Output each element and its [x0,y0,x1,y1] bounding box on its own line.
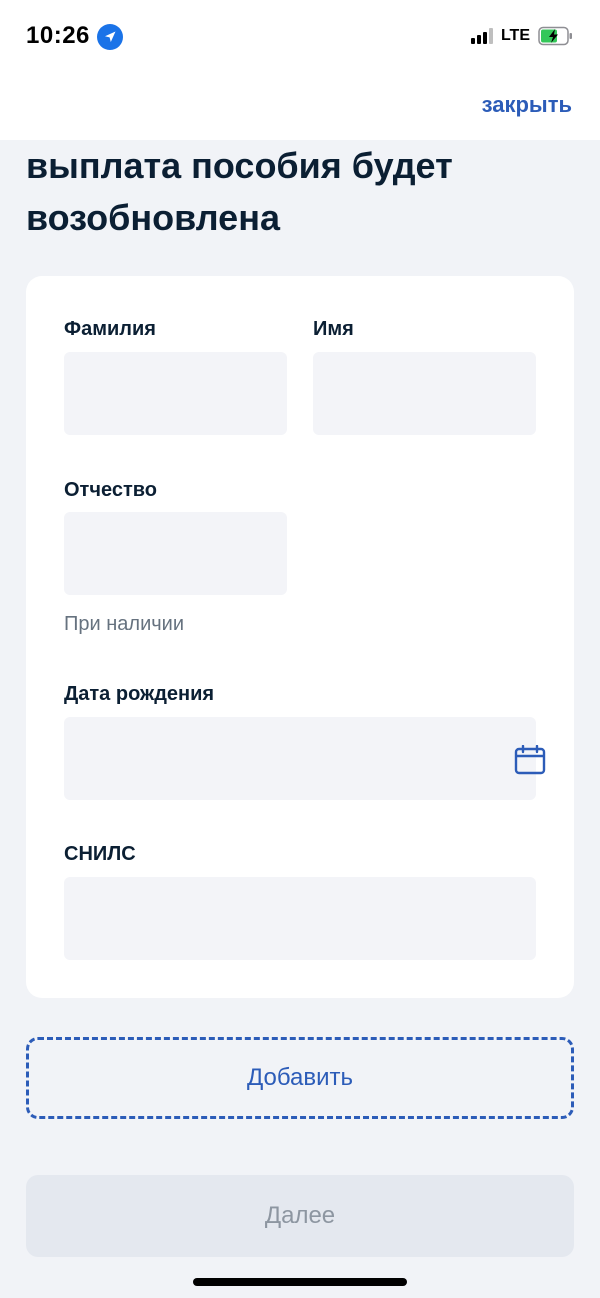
status-time: 10:26 [26,22,90,49]
snils-label: СНИЛС [64,843,136,865]
snils-input[interactable] [64,877,536,960]
add-person-button[interactable]: Добавить [26,1037,574,1119]
last-name-label: Фамилия [64,318,156,340]
first-name-input[interactable] [313,352,536,435]
person-form-card: Фамилия Имя Отчество При наличии Дата ро… [26,276,574,998]
middle-name-hint: При наличии [64,613,184,635]
next-button[interactable]: Далее [26,1175,574,1257]
network-type: LTE [500,27,530,44]
middle-name-label: Отчество [64,479,157,501]
next-button-label: Далее [264,1202,336,1229]
birth-date-input[interactable] [64,717,536,800]
calendar-icon[interactable] [514,744,546,775]
status-indicators: LTE [470,24,574,48]
page-title: выплата пособия будет возобновлена [26,145,453,238]
last-name-input[interactable] [64,352,287,435]
battery-charging-icon [538,26,574,46]
close-link[interactable]: закрыть [482,92,572,118]
add-button-label: Добавить [246,1064,354,1091]
signal-icon [470,28,493,44]
birth-date-field [64,717,546,800]
home-indicator [193,1278,407,1286]
birth-date-label: Дата рождения [64,683,215,705]
middle-name-input[interactable] [64,512,287,595]
first-name-label: Имя [313,318,354,340]
top-bar: 10:26 LTE закрыть [0,0,600,140]
location-arrow-icon [97,24,123,50]
